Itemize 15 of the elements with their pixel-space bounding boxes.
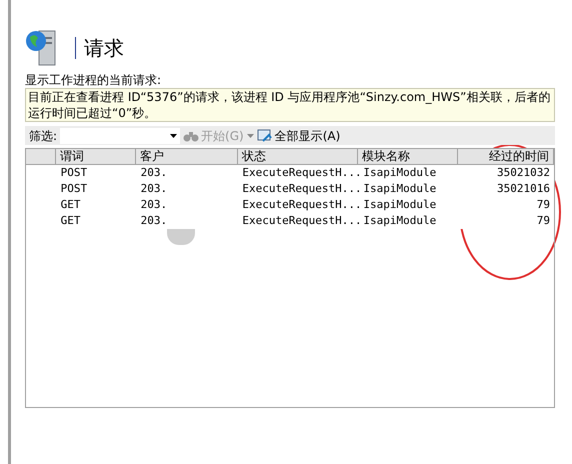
page-title: 请求	[84, 35, 124, 62]
binoculars-icon	[183, 130, 200, 142]
description-text: 显示工作进程的当前请求:	[25, 73, 162, 87]
table-cell: 35021016	[459, 181, 554, 197]
filter-field[interactable]	[60, 128, 180, 144]
column-header[interactable]: 经过的时间	[458, 149, 554, 164]
column-header[interactable]: 状态	[238, 149, 358, 164]
info-banner: 目前正在查看进程 ID“5376”的请求，该进程 ID 与应用程序池“Sinzy.com_HWS”相关联，后者的运行时间已超过“0”秒。	[25, 88, 555, 122]
filter-label: 筛选:	[29, 128, 58, 144]
column-header[interactable]: 模块名称	[358, 149, 458, 164]
show-all-button[interactable]: 全部显示(A)	[256, 126, 340, 144]
caret-icon[interactable]	[170, 134, 178, 138]
column-header[interactable]: 谓词	[56, 149, 136, 164]
column-header[interactable]: 客户	[136, 149, 238, 164]
refresh-window-icon	[256, 128, 273, 142]
